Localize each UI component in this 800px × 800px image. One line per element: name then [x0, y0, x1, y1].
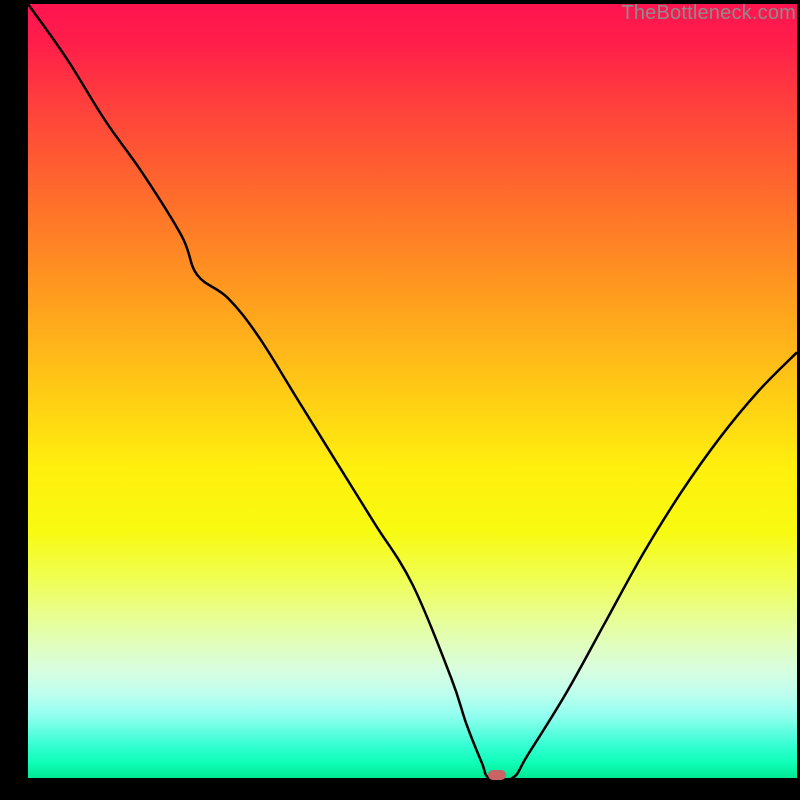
curve-layer: [28, 4, 797, 778]
chart-container: [28, 4, 797, 778]
bottleneck-curve: [28, 4, 797, 778]
minimum-marker: [488, 770, 506, 780]
watermark-text: TheBottleneck.com: [621, 2, 796, 25]
